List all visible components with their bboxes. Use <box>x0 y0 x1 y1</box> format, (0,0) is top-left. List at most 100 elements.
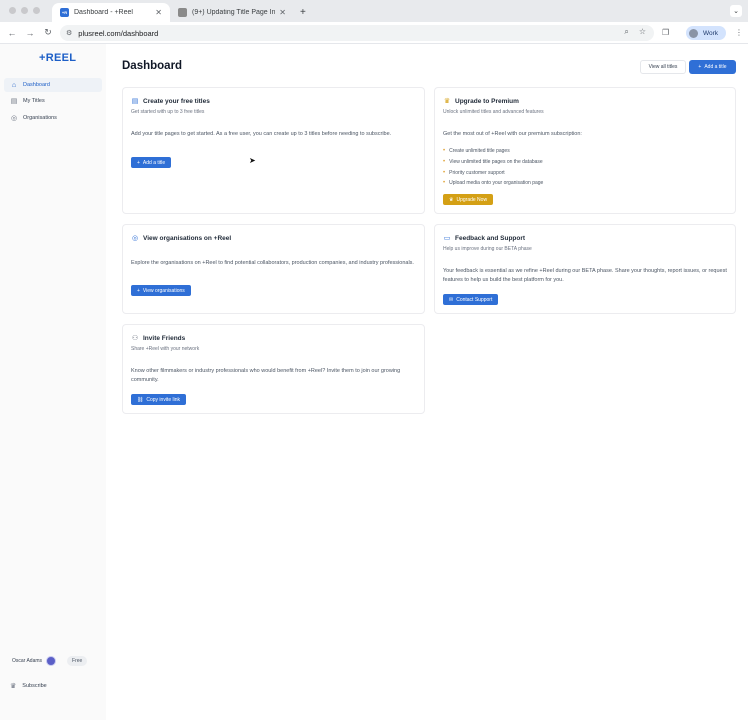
browser-tab-updating[interactable]: (9+) Updating Title Page Info ✕ <box>170 3 294 22</box>
card-title: ♛ Upgrade to Premium <box>443 97 519 106</box>
add-title-card-button[interactable]: + Add a title <box>131 157 172 168</box>
card-body: Add your title pages to get started. As … <box>131 131 392 137</box>
free-titles-card: ▤ Create your free titles Get started wi… <box>122 87 425 214</box>
tab-title: Dashboard - +Reel <box>74 9 133 16</box>
organisations-card: ◎ View organisations on +Reel Explore th… <box>122 224 425 314</box>
film-icon: ▤ <box>131 98 139 105</box>
sidebar: +REEL ⌂ Dashboard ▤ My Titles ◎ Organisa… <box>0 44 106 720</box>
sidebar-item-label: Dashboard <box>23 82 50 88</box>
browser-toolbar: ← → ↻ ⚙ plusreel.com/dashboard ⌕ ☆ ❐ Wor… <box>0 22 748 44</box>
plus-icon: + <box>137 287 140 294</box>
upgrade-now-button[interactable]: ♛ Upgrade Now <box>443 194 494 205</box>
card-body: Your feedback is essential as we refine … <box>443 268 727 283</box>
feedback-card: ▭ Feedback and Support Help us improve d… <box>434 224 736 314</box>
add-title-button[interactable]: + Add a title <box>689 60 736 74</box>
add-title-label: Add a title <box>704 64 727 70</box>
copy-invite-link-button[interactable]: ⛓ Copy invite link <box>131 394 186 405</box>
profile-label: Work <box>703 29 719 37</box>
zoom-icon[interactable]: ⌕ <box>624 27 628 37</box>
mail-icon: ✉ <box>449 296 454 303</box>
card-title-text: Invite Friends <box>143 334 186 342</box>
button-label: Contact Support <box>456 296 493 303</box>
button-label: Copy invite link <box>146 396 180 403</box>
browser-tab-bar: +R Dashboard - +Reel ✕ (9+) Updating Tit… <box>0 0 748 22</box>
sidebar-item-dashboard[interactable]: ⌂ Dashboard <box>4 78 102 92</box>
list-item: Priority customer support <box>443 167 543 178</box>
crown-icon: ♛ <box>449 196 454 203</box>
crown-icon: ♛ <box>443 98 451 105</box>
card-title: ◎ View organisations on +Reel <box>131 234 232 243</box>
favicon-icon <box>178 8 187 17</box>
subscribe-label: Subscribe <box>22 683 47 689</box>
avatar <box>46 656 57 666</box>
card-title: ▤ Create your free titles <box>131 97 210 106</box>
favicon-icon: +R <box>60 8 69 17</box>
site-info-icon[interactable]: ⚙ <box>66 29 72 37</box>
tab-title: (9+) Updating Title Page Info <box>192 9 276 16</box>
minimize-window-button[interactable] <box>21 7 28 14</box>
users-icon: ⚇ <box>131 335 139 342</box>
profile-button[interactable]: Work <box>686 26 726 40</box>
view-organisations-button[interactable]: + View organisations <box>131 285 191 296</box>
message-icon: ▭ <box>443 235 451 242</box>
list-item: Create unlimited title pages <box>443 146 543 157</box>
chevron-down-icon[interactable]: ⌄ <box>730 5 742 17</box>
card-title-text: Feedback and Support <box>455 234 526 242</box>
film-icon: ▤ <box>10 98 18 105</box>
list-item: Upload media onto your organisation page <box>443 178 543 189</box>
card-title: ▭ Feedback and Support <box>443 234 526 243</box>
sidebar-item-organisations[interactable]: ◎ Organisations <box>4 111 102 125</box>
close-tab-icon[interactable]: ✕ <box>279 8 286 17</box>
card-subtitle: Share +Reel with your network <box>131 346 200 352</box>
sidebar-item-my-titles[interactable]: ▤ My Titles <box>4 94 102 108</box>
globe-icon: ◎ <box>10 115 18 122</box>
link-icon: ⛓ <box>137 396 144 403</box>
contact-support-button[interactable]: ✉ Contact Support <box>443 294 499 305</box>
mouse-cursor-icon: ➤ <box>249 156 256 165</box>
card-title-text: Create your free titles <box>143 97 210 105</box>
card-title-text: Upgrade to Premium <box>455 97 519 105</box>
subscribe-link[interactable]: ♛ Subscribe <box>10 682 47 690</box>
maximize-window-button[interactable] <box>33 7 40 14</box>
card-body: Get the most out of +Reel with our premi… <box>443 131 582 137</box>
url-text: plusreel.com/dashboard <box>78 28 159 38</box>
address-bar[interactable]: ⚙ plusreel.com/dashboard ⌕ ☆ <box>60 25 654 41</box>
close-tab-icon[interactable]: ✕ <box>155 8 162 17</box>
premium-card: ♛ Upgrade to Premium Unlock unlimited ti… <box>434 87 736 214</box>
card-title: ⚇ Invite Friends <box>131 334 186 343</box>
card-body: Explore the organisations on +Reel to fi… <box>131 260 414 266</box>
card-title-text: View organisations on +Reel <box>143 234 232 242</box>
back-arrow-icon[interactable]: ← <box>3 28 21 38</box>
list-item: View unlimited title pages on the databa… <box>443 157 543 168</box>
page-title: Dashboard <box>122 60 183 72</box>
extensions-icon[interactable]: ❐ <box>662 28 669 37</box>
bookmark-star-icon[interactable]: ☆ <box>639 27 646 37</box>
profile-avatar <box>689 28 698 38</box>
browser-tab-dashboard[interactable]: +R Dashboard - +Reel ✕ <box>52 3 170 22</box>
sidebar-item-label: Organisations <box>23 115 57 121</box>
forward-arrow-icon[interactable]: → <box>21 28 39 38</box>
new-tab-icon[interactable]: + <box>294 7 306 22</box>
user-profile[interactable]: Oscar Adams Free <box>12 656 88 666</box>
user-name: Oscar Adams <box>12 658 43 664</box>
button-label: Upgrade Now <box>456 196 488 203</box>
card-subtitle: Unlock unlimited titles and advanced fea… <box>443 109 544 115</box>
plus-icon: + <box>698 64 702 70</box>
close-window-button[interactable] <box>9 7 16 14</box>
reload-icon[interactable]: ↻ <box>39 27 57 38</box>
browser-menu-icon[interactable]: ⋮ <box>735 28 743 37</box>
crown-icon: ♛ <box>10 683 17 690</box>
card-subtitle: Help us improve during our BETA phase <box>443 246 532 252</box>
invite-card: ⚇ Invite Friends Share +Reel with your n… <box>122 324 425 414</box>
card-body: Know other filmmakers or industry profes… <box>131 368 401 383</box>
card-subtitle: Get started with up to 3 free titles <box>131 109 205 115</box>
app-logo[interactable]: +REEL <box>39 52 76 64</box>
plus-icon: + <box>137 159 140 166</box>
button-label: Add a title <box>142 159 166 166</box>
button-label: View organisations <box>142 287 185 294</box>
view-all-titles-button[interactable]: View all titles <box>640 60 686 74</box>
globe-icon: ◎ <box>131 235 139 242</box>
home-icon: ⌂ <box>11 81 17 89</box>
feature-list: Create unlimited title pages View unlimi… <box>443 146 543 189</box>
plan-badge: Free <box>67 656 88 666</box>
